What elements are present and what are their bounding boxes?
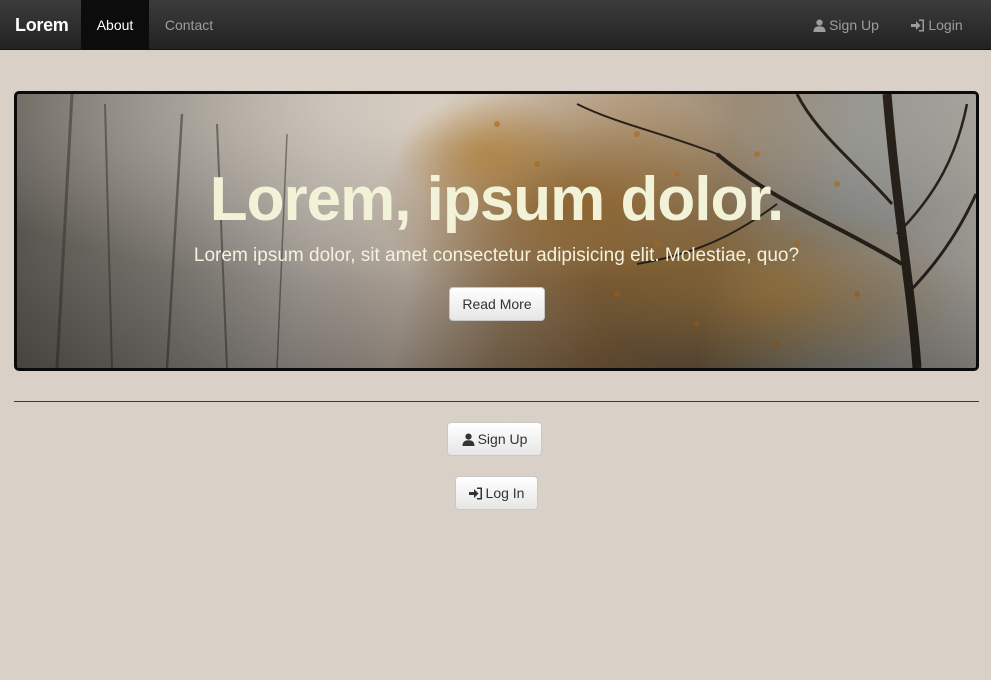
nav-login[interactable]: Login <box>898 0 976 50</box>
nav-contact[interactable]: Contact <box>149 0 229 50</box>
log-in-icon <box>911 2 925 52</box>
nav-about[interactable]: About <box>81 0 149 50</box>
nav-sign-up[interactable]: Sign Up <box>800 0 892 50</box>
user-icon <box>813 2 826 52</box>
navbar: Lorem About Contact Sign Up Login <box>0 0 991 50</box>
hero-subtitle: Lorem ipsum dolor, sit amet consectetur … <box>193 245 800 266</box>
log-in-icon <box>468 479 483 511</box>
sign-up-button-label: Sign Up <box>477 431 528 447</box>
nav-sign-up-label: Sign Up <box>829 17 879 33</box>
sign-up-button[interactable]: Sign Up <box>447 422 542 456</box>
hero-title: Lorem, ipsum dolor. <box>209 165 785 234</box>
log-in-button-label: Log In <box>485 485 525 501</box>
hero-banner: Lorem, ipsum dolor. Lorem ipsum dolor, s… <box>14 91 979 371</box>
log-in-button[interactable]: Log In <box>455 476 538 510</box>
user-icon <box>462 425 475 457</box>
nav-login-label: Login <box>928 17 963 33</box>
read-more-button[interactable]: Read More <box>449 287 545 321</box>
divider <box>14 401 979 402</box>
brand-link[interactable]: Lorem <box>15 0 69 50</box>
